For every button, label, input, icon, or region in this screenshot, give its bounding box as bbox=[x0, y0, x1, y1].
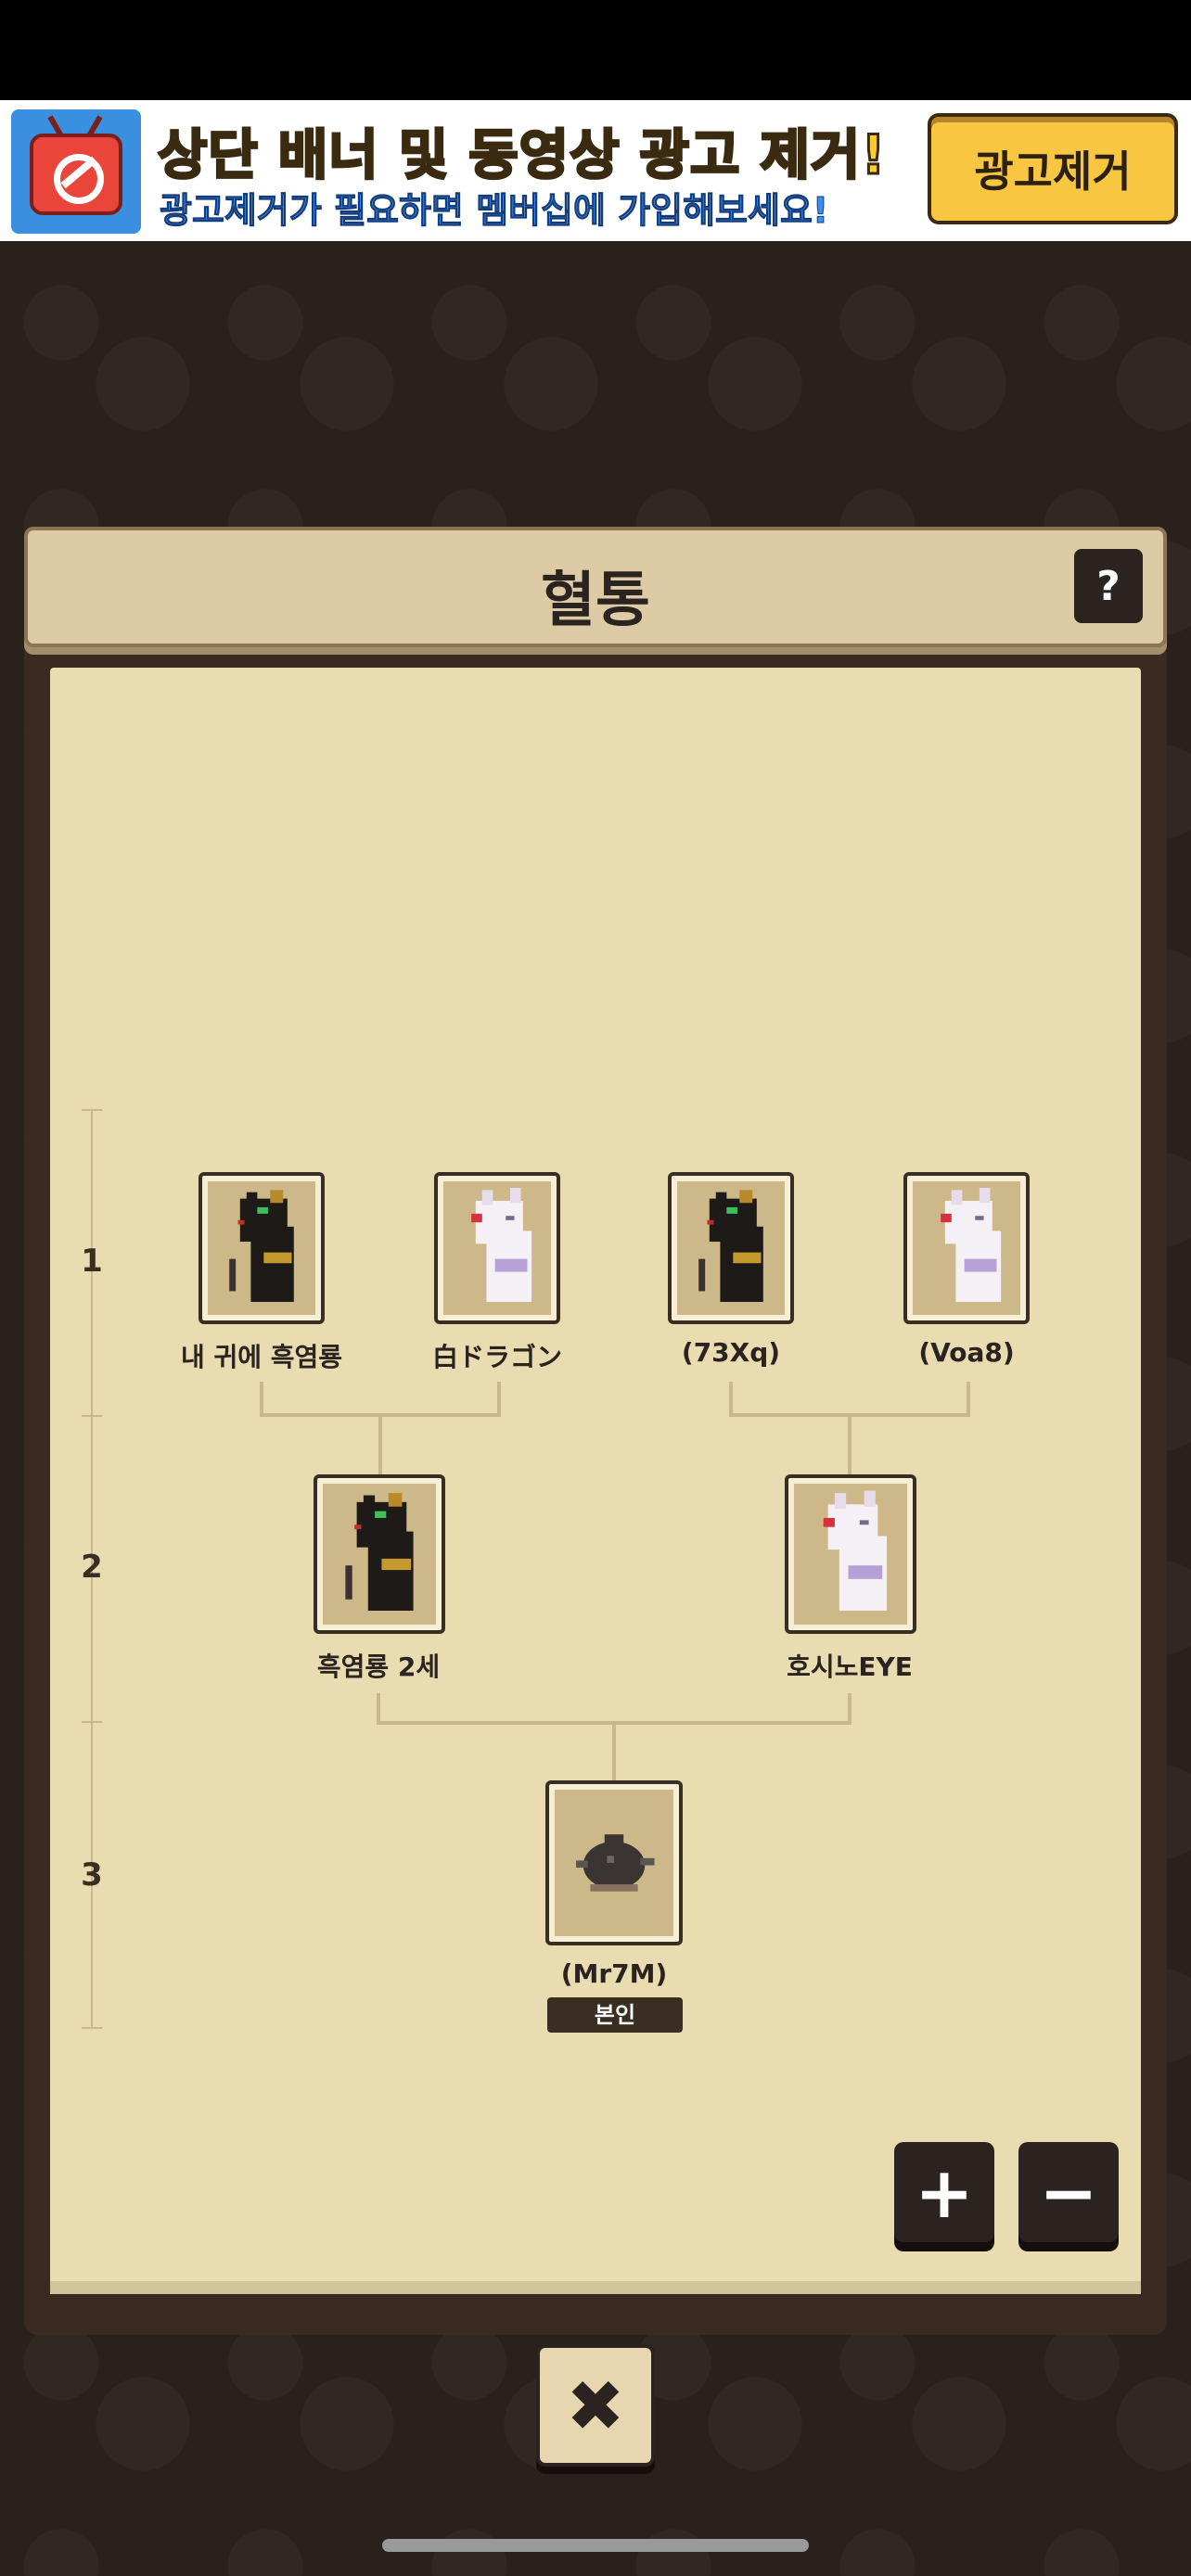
black-dragon-icon bbox=[698, 1190, 763, 1302]
dialog-title: 혈통 bbox=[541, 567, 650, 635]
dragon-egg-icon bbox=[576, 1834, 655, 1892]
zoom-in-button[interactable]: + bbox=[894, 2142, 994, 2242]
connector bbox=[967, 1382, 970, 1415]
ad-banner[interactable]: 상단 배너 및 동영상 광고 제거! 광고제거가 필요하면 멤버십에 가입해보세… bbox=[0, 100, 1191, 241]
pedigree-panel[interactable] bbox=[50, 668, 1141, 2292]
connector bbox=[612, 1721, 616, 1780]
dragon-card-gen1-2[interactable] bbox=[434, 1172, 560, 1324]
dragon-card-gen1-4[interactable] bbox=[903, 1172, 1030, 1324]
dragon-card-gen2-1[interactable] bbox=[314, 1474, 445, 1634]
connector bbox=[378, 1413, 382, 1474]
generation-tick bbox=[82, 1415, 102, 1417]
connector bbox=[848, 1413, 852, 1474]
white-dragon-icon bbox=[941, 1188, 1002, 1302]
ad-subtitle: 광고제거가 필요하면 멤버십에 가입해보세요! bbox=[159, 190, 829, 232]
close-button[interactable]: ✖ bbox=[536, 2344, 655, 2467]
black-dragon-icon bbox=[229, 1190, 294, 1302]
connector bbox=[729, 1382, 733, 1415]
dragon-name: (73Xq) bbox=[681, 1337, 781, 1368]
dragon-card-gen1-3[interactable] bbox=[668, 1172, 794, 1324]
dragon-name: (Mr7M) bbox=[560, 1958, 668, 1989]
dialog-header: 혈통 bbox=[24, 527, 1167, 647]
zoom-out-button[interactable]: − bbox=[1018, 2142, 1119, 2242]
panel-edge bbox=[50, 2281, 1141, 2294]
connector bbox=[848, 1693, 852, 1723]
no-ads-tv-icon bbox=[11, 109, 141, 234]
dragon-name: 白ドラゴン bbox=[431, 1342, 562, 1372]
connector bbox=[497, 1382, 501, 1415]
help-button[interactable]: ? bbox=[1074, 549, 1143, 623]
dragon-card-gen1-1[interactable] bbox=[198, 1172, 325, 1324]
connector bbox=[377, 1693, 380, 1723]
dragon-card-self[interactable] bbox=[545, 1780, 683, 1945]
black-dragon-icon bbox=[345, 1493, 414, 1611]
generation-label-2: 2 bbox=[81, 1549, 103, 1586]
status-bar bbox=[0, 0, 1191, 100]
dragon-name: (Voa8) bbox=[918, 1337, 1015, 1368]
self-badge: 본인 bbox=[547, 1997, 683, 2033]
white-dragon-icon bbox=[823, 1490, 888, 1611]
generation-tick bbox=[82, 1109, 102, 1111]
generation-tick bbox=[82, 1721, 102, 1723]
home-indicator[interactable] bbox=[382, 2539, 809, 2552]
remove-ads-button[interactable]: 광고제거 bbox=[928, 113, 1178, 224]
dragon-name: 내 귀에 흑염룡 bbox=[180, 1342, 343, 1372]
generation-label-1: 1 bbox=[81, 1243, 103, 1280]
connector bbox=[260, 1382, 263, 1415]
generation-label-3: 3 bbox=[81, 1856, 103, 1894]
generation-tick bbox=[82, 2027, 102, 2029]
dragon-name: 호시노EYE bbox=[787, 1651, 913, 1682]
ad-title: 상단 배너 및 동영상 광고 제거! bbox=[157, 122, 888, 188]
dragon-name: 흑염룡 2세 bbox=[316, 1651, 441, 1682]
white-dragon-icon bbox=[471, 1188, 532, 1302]
dragon-card-gen2-2[interactable] bbox=[785, 1474, 916, 1634]
